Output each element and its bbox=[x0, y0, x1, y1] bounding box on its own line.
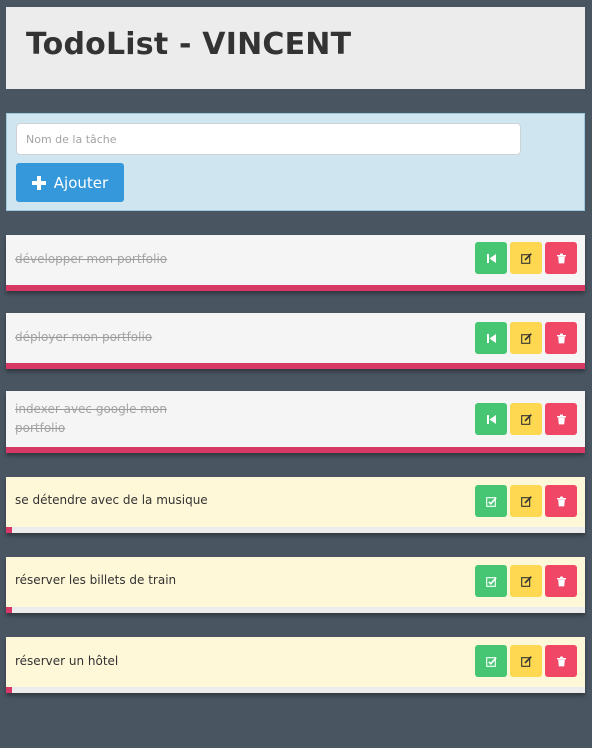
add-task-form: Ajouter bbox=[6, 113, 585, 211]
task-label: réserver les billets de train bbox=[15, 573, 177, 587]
add-task-label: Ajouter bbox=[53, 173, 109, 192]
task-progress-bar bbox=[6, 527, 585, 533]
task-item: se détendre avec de la musique bbox=[6, 477, 585, 533]
edit-icon bbox=[520, 495, 532, 507]
delete-button[interactable] bbox=[545, 242, 577, 274]
delete-button[interactable] bbox=[545, 645, 577, 677]
task-progress-fill bbox=[6, 687, 12, 693]
task-label: réserver un hôtel bbox=[15, 654, 119, 668]
task-progress-fill bbox=[6, 527, 12, 533]
edit-button[interactable] bbox=[510, 242, 542, 274]
edit-icon bbox=[520, 252, 532, 264]
undo-button[interactable] bbox=[475, 322, 507, 354]
task-item: développer mon portfolio bbox=[6, 235, 585, 291]
trash-icon bbox=[556, 576, 566, 586]
edit-icon bbox=[520, 575, 532, 587]
task-item: réserver un hôtel bbox=[6, 637, 585, 693]
task-progress-bar bbox=[6, 687, 585, 693]
step-backward-icon bbox=[486, 333, 496, 343]
edit-icon bbox=[520, 655, 532, 667]
task-label: se détendre avec de la musique bbox=[15, 493, 208, 507]
edit-button[interactable] bbox=[510, 485, 542, 517]
delete-button[interactable] bbox=[545, 485, 577, 517]
task-label: indexer avec google mon portfolio bbox=[15, 402, 167, 435]
task-progress-fill bbox=[6, 607, 12, 613]
undo-button[interactable] bbox=[475, 403, 507, 435]
step-backward-icon bbox=[486, 253, 496, 263]
delete-button[interactable] bbox=[545, 565, 577, 597]
plus-icon bbox=[31, 175, 46, 190]
check-square-icon bbox=[485, 656, 497, 667]
complete-button[interactable] bbox=[475, 565, 507, 597]
task-item: indexer avec google mon portfolio bbox=[6, 391, 585, 453]
task-progress-bar bbox=[6, 607, 585, 613]
edit-button[interactable] bbox=[510, 645, 542, 677]
task-item: déployer mon portfolio bbox=[6, 313, 585, 369]
add-task-button[interactable]: Ajouter bbox=[16, 163, 124, 202]
task-label: développer mon portfolio bbox=[15, 252, 168, 266]
check-square-icon bbox=[485, 496, 497, 507]
trash-icon bbox=[556, 414, 566, 424]
trash-icon bbox=[556, 496, 566, 506]
delete-button[interactable] bbox=[545, 322, 577, 354]
task-label: déployer mon portfolio bbox=[15, 330, 153, 344]
delete-button[interactable] bbox=[545, 403, 577, 435]
complete-button[interactable] bbox=[475, 485, 507, 517]
page-title: TodoList - VINCENT bbox=[26, 27, 352, 62]
complete-button[interactable] bbox=[475, 645, 507, 677]
edit-icon bbox=[520, 332, 532, 344]
app-header: TodoList - VINCENT bbox=[6, 7, 585, 89]
step-backward-icon bbox=[486, 414, 496, 424]
edit-button[interactable] bbox=[510, 322, 542, 354]
edit-button[interactable] bbox=[510, 403, 542, 435]
check-square-icon bbox=[485, 576, 497, 587]
task-item: réserver les billets de train bbox=[6, 557, 585, 613]
task-name-input[interactable] bbox=[16, 123, 521, 155]
trash-icon bbox=[556, 656, 566, 666]
undo-button[interactable] bbox=[475, 242, 507, 274]
edit-icon bbox=[520, 413, 532, 425]
edit-button[interactable] bbox=[510, 565, 542, 597]
trash-icon bbox=[556, 253, 566, 263]
trash-icon bbox=[556, 333, 566, 343]
